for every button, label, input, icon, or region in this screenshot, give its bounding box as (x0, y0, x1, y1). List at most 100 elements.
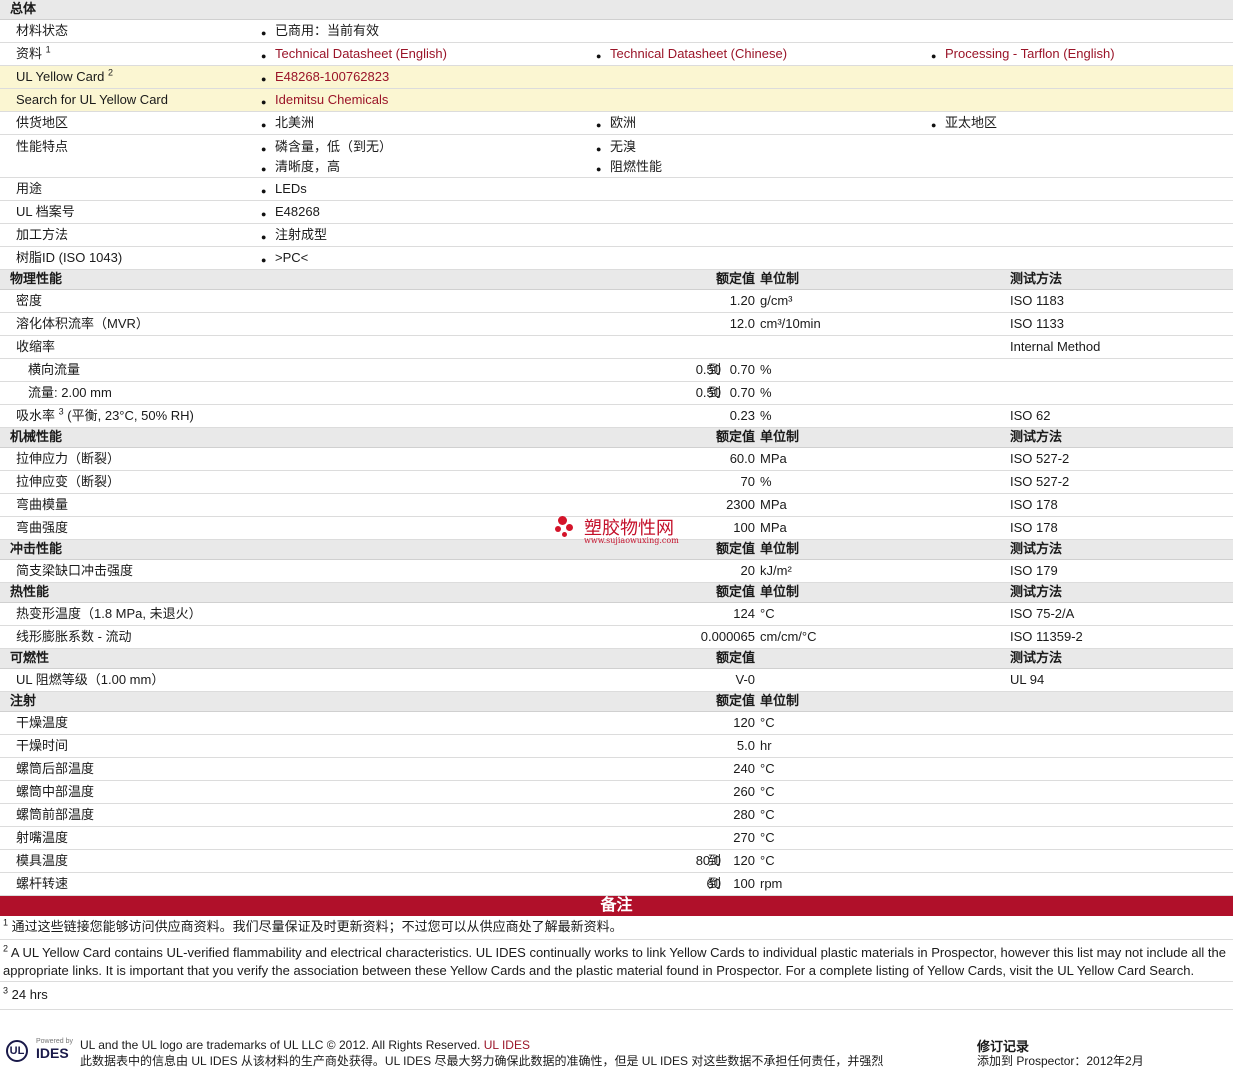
watermark-dot (555, 526, 561, 532)
row-method: ISO 75-2/A (1010, 606, 1075, 621)
row-unit: °C (760, 853, 775, 868)
row-method: Internal Method (1010, 339, 1101, 354)
row-label: 螺杆转速 (16, 876, 69, 891)
range-to-word: 到 (708, 853, 722, 868)
row-label: 螺筒后部温度 (16, 761, 95, 776)
range-to: 0.70 (729, 385, 755, 400)
row-method: ISO 178 (1010, 520, 1058, 535)
value: 亚太地区 (931, 112, 997, 136)
range-to: 100 (733, 876, 755, 891)
row-regions: 供货地区 北美洲 欧洲 亚太地区 (0, 112, 1233, 136)
row-unit: rpm (760, 876, 783, 891)
row-label: 弯曲强度 (16, 520, 69, 535)
note-1: 1 通过这些链接您能够访问供应商资料。我们尽量保证及时更新资料；不过您可以从供应… (0, 916, 1233, 940)
table-row: 螺筒中部温度 260 °C (0, 781, 1233, 804)
value: >PC< (261, 247, 308, 271)
watermark-dot (562, 532, 567, 537)
value: E48268 (261, 201, 320, 225)
note-2: 2 A UL Yellow Card contains UL-verified … (0, 940, 1233, 982)
row-method: UL 94 (1010, 672, 1045, 687)
col-header-unit: 单位制 (760, 429, 800, 444)
row-value: 260 (733, 784, 755, 799)
table-row: 干燥时间 5.0 hr (0, 735, 1233, 758)
row-label: 射嘴温度 (16, 830, 69, 845)
row-unit: kJ/m² (760, 563, 792, 578)
notes-header: 备注 (0, 896, 1233, 916)
table-row: 溶化体积流率（MVR） 12.0 cm³/10min ISO 1133 (0, 313, 1233, 336)
row-unit: % (760, 474, 772, 489)
row-label: 收缩率 (16, 339, 56, 354)
row-label: 拉伸应变（断裂） (16, 474, 121, 489)
row-value: 0.000065 (700, 629, 755, 644)
row-label: 密度 (16, 293, 43, 308)
row-method: ISO 11359-2 (1010, 629, 1083, 644)
watermark-dot (566, 524, 573, 531)
row-method: ISO 527-2 (1010, 474, 1070, 489)
row-label: 模具温度 (16, 853, 69, 868)
row-water-absorption: 吸水率 3 (平衡, 23°C, 50% RH) 0.23 % ISO 62 (0, 405, 1233, 428)
col-header-value: 额定值 (715, 693, 755, 708)
col-header-value: 额定值 (715, 584, 755, 599)
table-row: 模具温度 80.0 到 120 °C (0, 850, 1233, 873)
table-row: 线形膨胀系数 - 流动 0.000065 cm/cm/°C ISO 11359-2 (0, 626, 1233, 649)
section-title: 注射 (10, 693, 37, 708)
table-row: 横向流量 0.50 到 0.70% (0, 359, 1233, 382)
col-header-method: 测试方法 (1010, 271, 1063, 286)
section-title: 可燃性 (10, 650, 50, 665)
disclaimer-text: 此数据表中的信息由 UL IDES 从该材料的生产商处获得。UL IDES 尽最… (80, 1054, 884, 1068)
row-label: 螺筒前部温度 (16, 807, 95, 822)
row-label: 螺筒中部温度 (16, 784, 95, 799)
label: Search for UL Yellow Card (16, 92, 168, 107)
watermark-logo: 塑胶物性网 www.sujiaowuxing.com (554, 512, 694, 548)
label: 吸水率 3 (平衡, 23°C, 50% RH) (16, 406, 194, 423)
row-value: 240 (733, 761, 755, 776)
row-unit: MPa (760, 451, 787, 466)
col-header-value: 额定值 (715, 650, 755, 665)
section-header-injection: 注射 额定值 单位制 (0, 692, 1233, 712)
section-title: 总体 (10, 1, 37, 16)
section-title: 冲击性能 (10, 541, 63, 556)
value: 注射成型 (261, 224, 327, 248)
row-value: 270 (733, 830, 755, 845)
ul-ides-link[interactable]: UL IDES (484, 1038, 530, 1052)
row-label: 拉伸应力（断裂） (16, 451, 121, 466)
row-unit: % (760, 362, 772, 377)
col-header-value: 额定值 (715, 271, 755, 286)
link-idemitsu-chemicals[interactable]: Idemitsu Chemicals (261, 89, 388, 113)
table-row: 流量: 2.00 mm 0.50 到 0.70% (0, 382, 1233, 405)
value: 无溴 (596, 137, 636, 159)
row-uses: 用途 LEDs (0, 178, 1233, 202)
section-header-mechanical: 机械性能 额定值 单位制 测试方法 (0, 428, 1233, 448)
row-value: 5.0 (736, 738, 755, 753)
row-unit: °C (760, 761, 775, 776)
row-label: 干燥时间 (16, 738, 69, 753)
row-label: 溶化体积流率（MVR） (16, 316, 149, 331)
value: 阻燃性能 (596, 157, 662, 179)
col-header-unit: 单位制 (760, 693, 800, 708)
col-header-unit: 单位制 (760, 541, 800, 556)
table-row: 收缩率 Internal Method (0, 336, 1233, 359)
section-title: 热性能 (10, 584, 50, 599)
row-label: 流量: 2.00 mm (28, 385, 112, 400)
row-method: ISO 1133 (1010, 316, 1064, 331)
row-value: V-0 (735, 672, 755, 687)
row-unit: MPa (760, 520, 787, 535)
row-method: ISO 178 (1010, 497, 1058, 512)
link-processing-tarflon[interactable]: Processing - Tarflon (English) (931, 43, 1115, 67)
label: 树脂ID (ISO 1043) (16, 250, 123, 265)
col-header-value: 额定值 (715, 541, 755, 556)
row-value: 12.0 (729, 316, 755, 331)
row-ul-file: UL 档案号 E48268 (0, 201, 1233, 225)
link-tds-chinese[interactable]: Technical Datasheet (Chinese) (596, 43, 787, 67)
powered-by-label: Powered by (36, 1038, 73, 1045)
col-header-method: 测试方法 (1010, 650, 1063, 665)
col-header-value: 额定值 (715, 429, 755, 444)
col-header-unit: 单位制 (760, 271, 800, 286)
value: 磷含量，低（到无） (261, 137, 392, 159)
link-ul-yellow-card[interactable]: E48268-100762823 (261, 66, 389, 90)
link-tds-english[interactable]: Technical Datasheet (English) (261, 43, 447, 67)
row-method: ISO 1183 (1010, 293, 1064, 308)
row-value: 1.20 (729, 293, 755, 308)
table-row: 简支梁缺口冲击强度 20 kJ/m² ISO 179 (0, 560, 1233, 583)
table-row: UL 阻燃等级（1.00 mm） V-0 UL 94 (0, 669, 1233, 692)
